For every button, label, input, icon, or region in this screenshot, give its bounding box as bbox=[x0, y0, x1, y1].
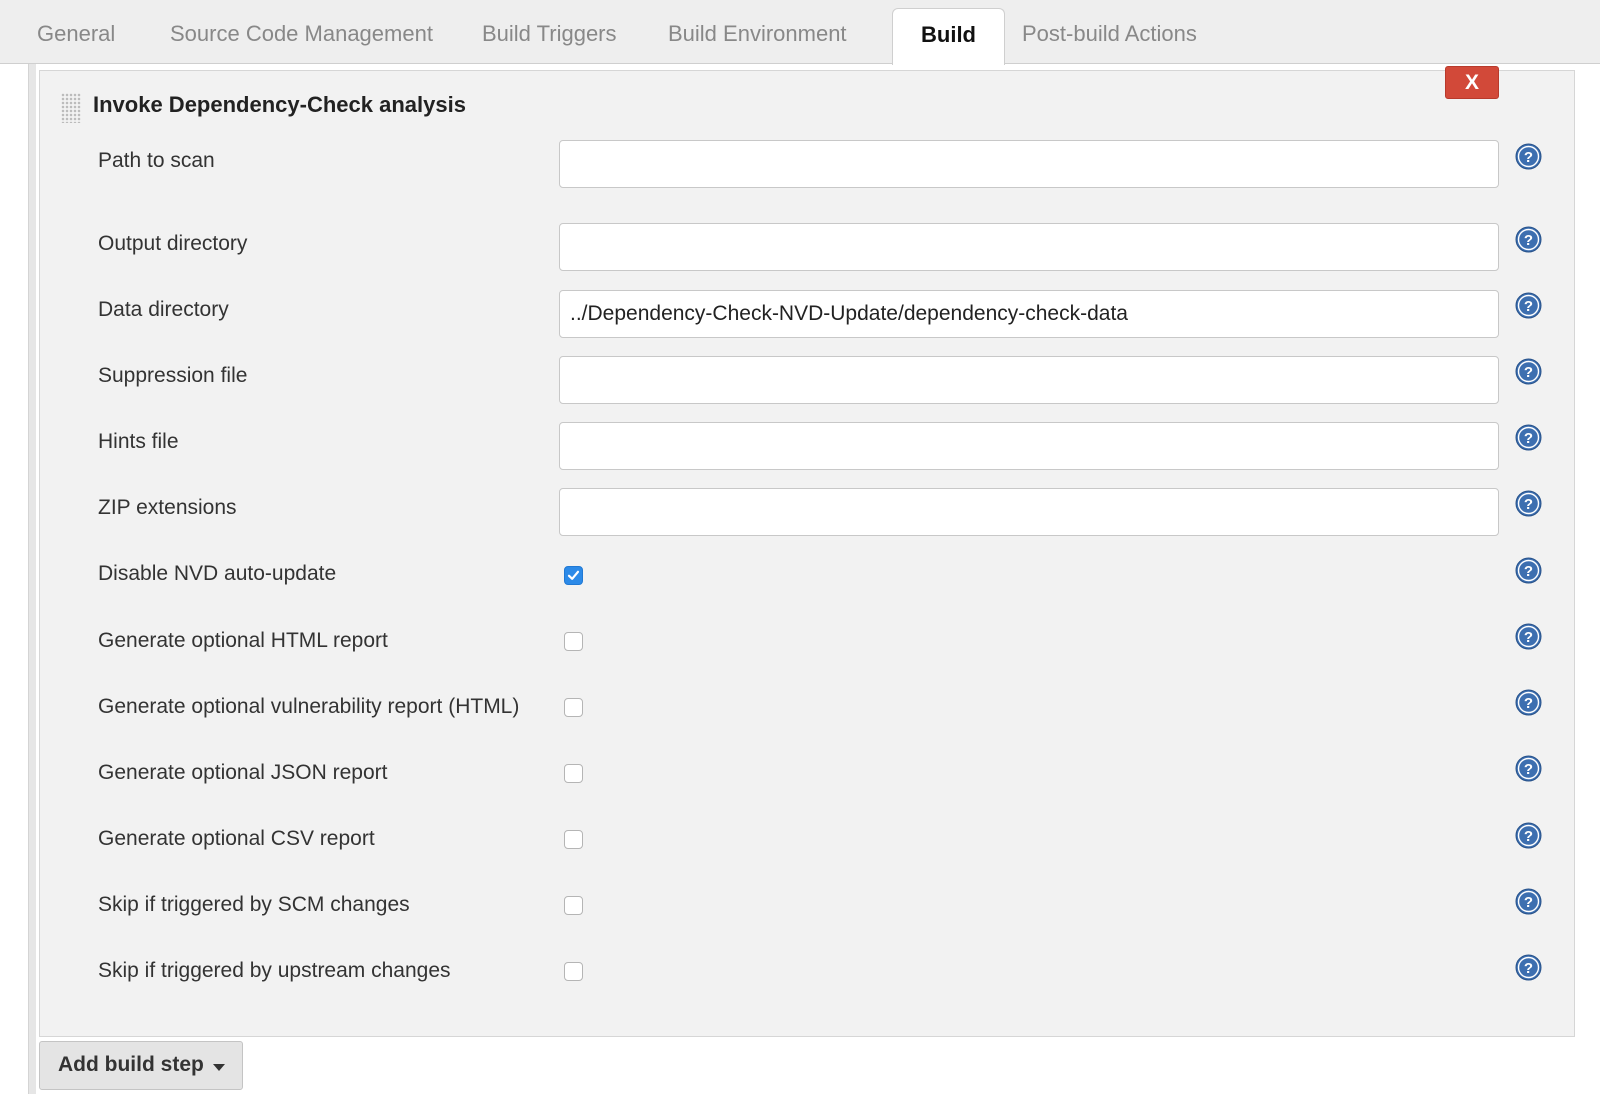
generate-json-report-checkbox[interactable] bbox=[564, 764, 583, 783]
data-directory-label: Data directory bbox=[98, 298, 229, 321]
disable-nvd-auto-update-checkbox[interactable] bbox=[564, 566, 583, 585]
generate-csv-report-checkbox[interactable] bbox=[564, 830, 583, 849]
svg-text:?: ? bbox=[1524, 364, 1533, 381]
help-icon[interactable]: ? bbox=[1515, 358, 1542, 385]
add-build-step-button[interactable]: Add build step bbox=[39, 1041, 243, 1090]
generate-html-report-checkbox[interactable] bbox=[564, 632, 583, 651]
svg-text:?: ? bbox=[1524, 563, 1533, 580]
hints-file-label: Hints file bbox=[98, 430, 179, 453]
generate-vulnerability-report-label: Generate optional vulnerability report (… bbox=[98, 695, 520, 718]
svg-text:?: ? bbox=[1524, 232, 1533, 249]
svg-text:?: ? bbox=[1524, 298, 1533, 315]
tab-general[interactable]: General bbox=[9, 8, 143, 64]
caret-down-icon bbox=[213, 1064, 225, 1071]
svg-text:?: ? bbox=[1524, 430, 1533, 447]
help-icon[interactable]: ? bbox=[1515, 954, 1542, 981]
svg-text:?: ? bbox=[1524, 629, 1533, 646]
generate-html-report-label: Generate optional HTML report bbox=[98, 629, 388, 652]
generate-json-report-label: Generate optional JSON report bbox=[98, 761, 388, 784]
skip-scm-changes-checkbox[interactable] bbox=[564, 896, 583, 915]
svg-text:?: ? bbox=[1524, 960, 1533, 977]
help-icon[interactable]: ? bbox=[1515, 623, 1542, 650]
path-to-scan-input[interactable] bbox=[559, 140, 1499, 188]
help-icon[interactable]: ? bbox=[1515, 557, 1542, 584]
output-directory-label: Output directory bbox=[98, 232, 248, 255]
path-to-scan-label: Path to scan bbox=[98, 149, 215, 172]
skip-upstream-changes-checkbox[interactable] bbox=[564, 962, 583, 981]
zip-extensions-label: ZIP extensions bbox=[98, 496, 237, 519]
suppression-file-input[interactable] bbox=[559, 356, 1499, 404]
svg-text:?: ? bbox=[1524, 149, 1533, 166]
tab-build-triggers[interactable]: Build Triggers bbox=[454, 8, 645, 64]
svg-text:?: ? bbox=[1524, 496, 1533, 513]
section-gutter bbox=[28, 64, 36, 1094]
skip-upstream-changes-label: Skip if triggered by upstream changes bbox=[98, 959, 451, 982]
svg-text:?: ? bbox=[1524, 695, 1533, 712]
suppression-file-label: Suppression file bbox=[98, 364, 248, 387]
delete-build-step-button[interactable]: X bbox=[1445, 66, 1499, 99]
help-icon[interactable]: ? bbox=[1515, 226, 1542, 253]
zip-extensions-input[interactable] bbox=[559, 488, 1499, 536]
svg-text:?: ? bbox=[1524, 828, 1533, 845]
help-icon[interactable]: ? bbox=[1515, 689, 1542, 716]
generate-csv-report-label: Generate optional CSV report bbox=[98, 827, 375, 850]
tab-build[interactable]: Build bbox=[892, 8, 1005, 65]
skip-scm-changes-label: Skip if triggered by SCM changes bbox=[98, 893, 410, 916]
hints-file-input[interactable] bbox=[559, 422, 1499, 470]
disable-nvd-auto-update-label: Disable NVD auto-update bbox=[98, 562, 337, 585]
help-icon[interactable]: ? bbox=[1515, 888, 1542, 915]
tab-post-build-actions[interactable]: Post-build Actions bbox=[994, 8, 1225, 64]
drag-handle-icon[interactable] bbox=[61, 93, 81, 123]
help-icon[interactable]: ? bbox=[1515, 292, 1542, 319]
data-directory-input[interactable] bbox=[559, 290, 1499, 338]
build-step-title: Invoke Dependency-Check analysis bbox=[93, 92, 466, 117]
output-directory-input[interactable] bbox=[559, 223, 1499, 271]
tab-build-environment[interactable]: Build Environment bbox=[640, 8, 875, 64]
config-tab-bar: General Source Code Management Build Tri… bbox=[0, 0, 1600, 65]
checkmark-icon bbox=[567, 570, 580, 580]
tab-source-code-management[interactable]: Source Code Management bbox=[142, 8, 461, 64]
add-build-step-label: Add build step bbox=[58, 1053, 204, 1076]
svg-text:?: ? bbox=[1524, 894, 1533, 911]
help-icon[interactable]: ? bbox=[1515, 822, 1542, 849]
help-icon[interactable]: ? bbox=[1515, 755, 1542, 782]
svg-text:?: ? bbox=[1524, 761, 1533, 778]
build-step-panel bbox=[39, 70, 1575, 1037]
help-icon[interactable]: ? bbox=[1515, 424, 1542, 451]
help-icon[interactable]: ? bbox=[1515, 143, 1542, 170]
help-icon[interactable]: ? bbox=[1515, 490, 1542, 517]
generate-vulnerability-report-checkbox[interactable] bbox=[564, 698, 583, 717]
